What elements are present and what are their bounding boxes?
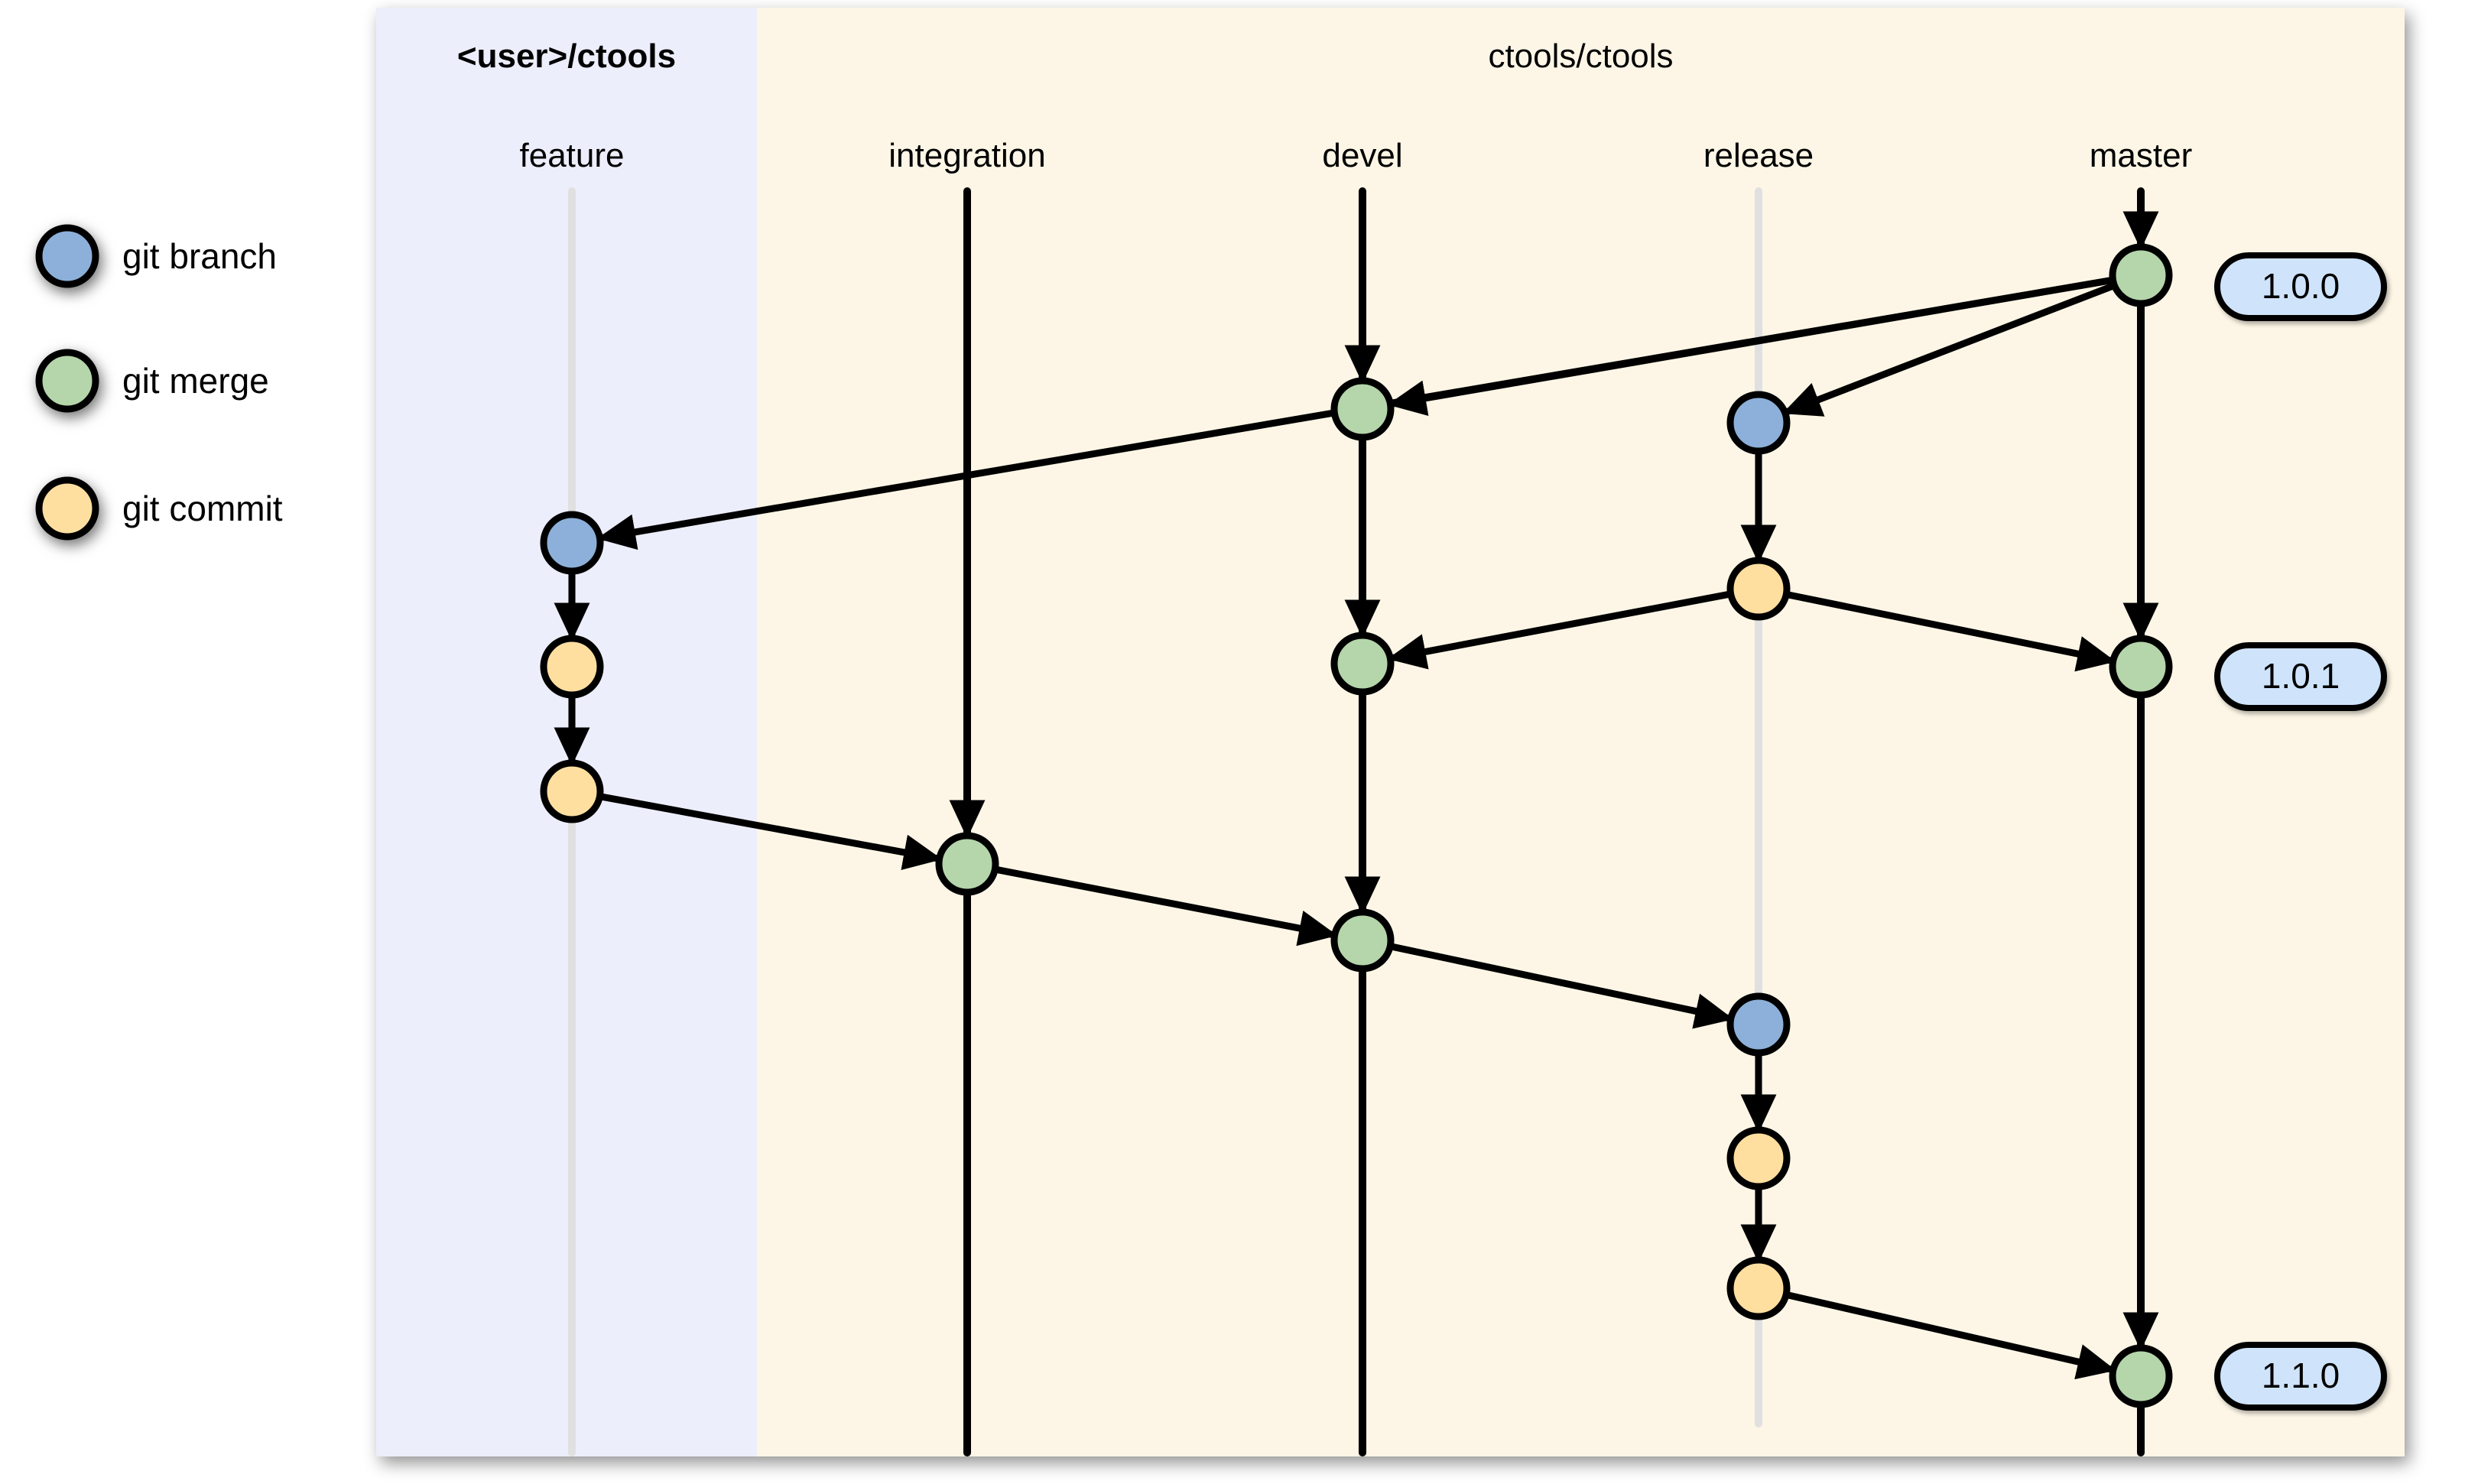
node-commit-f3	[540, 759, 604, 823]
panel-shadow-group	[376, 8, 2405, 1456]
node-merge-m3	[2109, 1344, 2173, 1408]
repo-title-upstream: ctools/ctools	[1488, 37, 1673, 75]
version-tag-label-1.0.0: 1.0.0	[2262, 266, 2340, 306]
repo-panel-upstream	[757, 8, 2405, 1456]
node-commit-r4	[1726, 1126, 1791, 1190]
branch-node-icon	[1726, 391, 1791, 455]
merge-node-icon	[935, 832, 999, 896]
commit-node-icon	[1726, 557, 1791, 621]
node-commit-r5	[1726, 1256, 1791, 1320]
merge-node-icon	[2109, 635, 2173, 699]
version-tag-label-1.0.1: 1.0.1	[2262, 656, 2340, 696]
node-merge-d3	[1330, 908, 1395, 973]
legend: git branch git merge git commit	[35, 224, 283, 541]
legend-label-git-merge: git merge	[122, 361, 269, 401]
node-merge-m2	[2109, 635, 2173, 699]
commit-node-icon	[540, 759, 604, 823]
merge-node-icon	[1330, 377, 1395, 441]
node-branch-r1	[1726, 391, 1791, 455]
legend-item-git-commit: git commit	[35, 476, 283, 541]
repository-panels	[376, 8, 2405, 1456]
version-tag-label-1.1.0: 1.1.0	[2262, 1356, 2340, 1395]
branch-label-feature: feature	[520, 137, 625, 174]
legend-node-shadow	[35, 224, 99, 288]
repo-panel-user	[376, 8, 757, 1456]
legend-node-shadow	[35, 349, 99, 413]
commit-node-icon	[35, 476, 99, 541]
legend-item-git-merge: git merge	[35, 349, 269, 413]
branch-node-icon	[1726, 992, 1791, 1057]
merge-node-icon	[35, 349, 99, 413]
diagram-canvas: <user>/ctools ctools/ctools feature integr…	[0, 0, 2465, 1484]
merge-node-icon	[1330, 908, 1395, 973]
branch-node-icon	[35, 224, 99, 288]
branch-label-master: master	[2090, 137, 2192, 174]
git-workflow-diagram: <user>/ctools ctools/ctools feature integr…	[35, 8, 2405, 1456]
branch-label-release: release	[1703, 137, 1814, 174]
legend-label-git-branch: git branch	[122, 236, 277, 276]
legend-label-git-commit: git commit	[122, 489, 283, 528]
branch-label-devel: devel	[1322, 137, 1402, 174]
merge-node-icon	[1330, 632, 1395, 696]
commit-node-icon	[1726, 1126, 1791, 1190]
commit-node-icon	[540, 635, 604, 699]
node-merge-d2	[1330, 632, 1395, 696]
node-merge-i1	[935, 832, 999, 896]
branch-node-icon	[540, 511, 604, 575]
repo-title-user: <user>/ctools	[457, 37, 676, 75]
branch-label-integration: integration	[888, 137, 1045, 174]
legend-node-shadow	[35, 476, 99, 541]
merge-node-icon	[2109, 243, 2173, 307]
node-branch-r3	[1726, 992, 1791, 1057]
node-merge-m1	[2109, 243, 2173, 307]
node-branch-f1	[540, 511, 604, 575]
legend-item-git-branch: git branch	[35, 224, 277, 288]
node-commit-f2	[540, 635, 604, 699]
commit-node-icon	[1726, 1256, 1791, 1320]
merge-node-icon	[2109, 1344, 2173, 1408]
node-merge-d1	[1330, 377, 1395, 441]
node-commit-r2	[1726, 557, 1791, 621]
